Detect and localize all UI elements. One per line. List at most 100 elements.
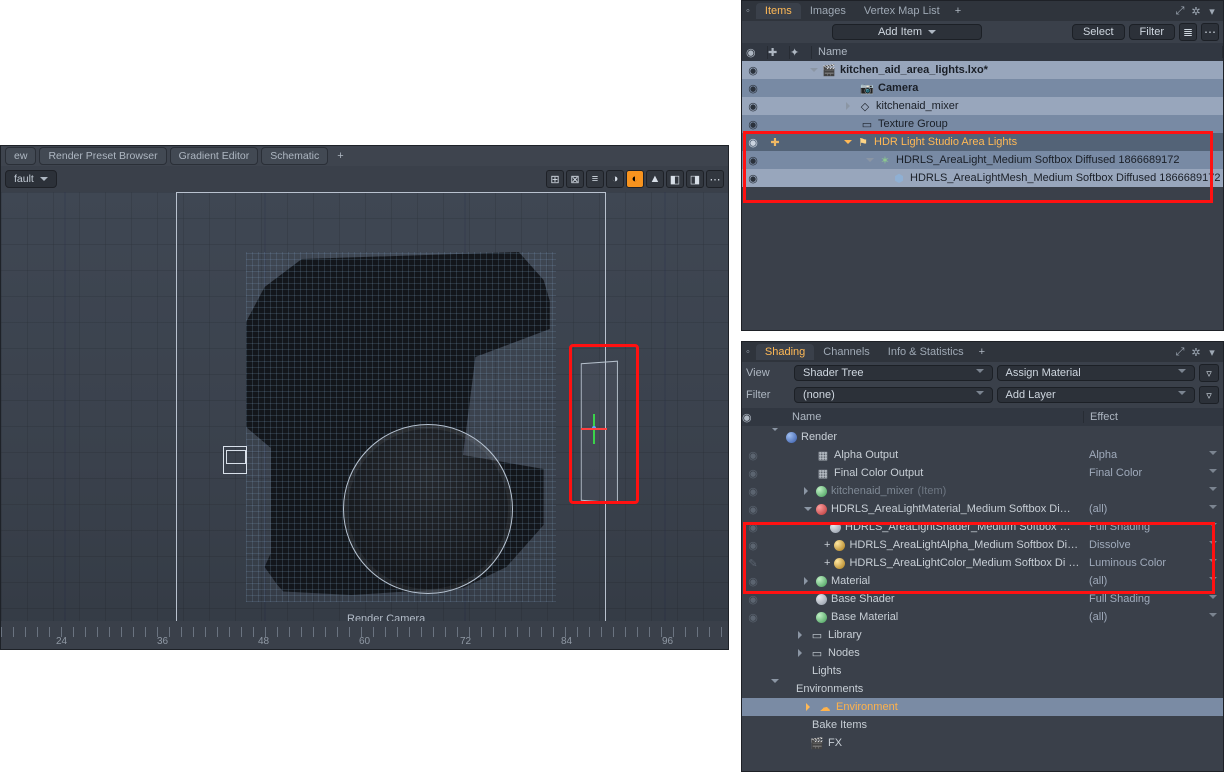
funnel-icon[interactable]: ▿ — [1199, 364, 1219, 382]
col-axes-icon[interactable]: ✦ — [790, 46, 812, 59]
list-mode-icon[interactable]: ≣ — [1179, 23, 1197, 41]
disclosure-icon[interactable] — [771, 679, 779, 699]
disclosure-icon[interactable] — [804, 487, 812, 495]
assign-material-dropdown[interactable]: Assign Material — [997, 365, 1196, 381]
eye-icon[interactable]: ◉ — [742, 136, 764, 149]
eye-icon[interactable]: ◉ — [742, 521, 764, 534]
tab-add[interactable]: + — [331, 148, 349, 164]
row-base-shader[interactable]: ◉ Base Shader Full Shading — [742, 590, 1223, 608]
eye-icon[interactable]: ◉ — [742, 593, 764, 606]
row-library[interactable]: ▭Library — [742, 626, 1223, 644]
tab-vertex-map-list[interactable]: Vertex Map List — [855, 3, 949, 19]
chevron-down-icon[interactable]: ▾ — [1205, 5, 1219, 18]
expand-icon[interactable]: ⤢ — [1173, 5, 1187, 18]
eye-icon[interactable]: ◉ — [742, 172, 764, 185]
eye-icon[interactable]: ◉ — [742, 449, 764, 462]
col-name-header[interactable]: Name — [812, 46, 1223, 58]
eye-icon[interactable]: ◉ — [742, 539, 764, 552]
row-fx[interactable]: 🎬FX — [742, 734, 1223, 752]
row-final-color-output[interactable]: ◉ ▦Final Color Output Final Color — [742, 464, 1223, 482]
col-effect-header[interactable]: Effect — [1083, 411, 1223, 423]
row-texture-group[interactable]: ◉ ▭Texture Group — [742, 115, 1223, 133]
options-icon[interactable]: ⋯ — [1201, 23, 1219, 41]
funnel-icon-2[interactable]: ▿ — [1199, 386, 1219, 404]
camera-icon[interactable] — [223, 446, 247, 474]
disclosure-icon[interactable] — [798, 631, 806, 639]
mode-8-icon[interactable]: ◨ — [686, 170, 704, 188]
eye-icon[interactable]: ◉ — [742, 154, 764, 167]
row-al-alpha[interactable]: ◉ +HDRLS_AreaLightAlpha_Medium Softbox D… — [742, 536, 1223, 554]
shader-tree-dropdown[interactable]: Shader Tree — [794, 365, 993, 381]
shader-tree[interactable]: Render ◉ ▦Alpha Output Alpha ◉ ▦Final Co… — [742, 428, 1223, 771]
bowl-mesh[interactable] — [343, 424, 513, 594]
row-nodes[interactable]: ▭Nodes — [742, 644, 1223, 662]
eye-icon[interactable]: ◉ — [742, 82, 764, 95]
eye-icon[interactable]: ◉ — [742, 100, 764, 113]
row-alpha-output[interactable]: ◉ ▦Alpha Output Alpha — [742, 446, 1223, 464]
disclosure-icon[interactable] — [846, 102, 854, 110]
tab-gradient-editor[interactable]: Gradient Editor — [170, 147, 259, 165]
mode-7-icon[interactable]: ◧ — [666, 170, 684, 188]
tab-channels[interactable]: Channels — [814, 344, 878, 360]
disclosure-icon[interactable] — [804, 507, 812, 515]
mode-3-icon[interactable]: ≡ — [586, 170, 604, 188]
mode-9-icon[interactable]: ⋯ — [706, 170, 724, 188]
area-light-mesh[interactable] — [581, 361, 618, 504]
col-plus-icon[interactable]: ✚ — [768, 46, 790, 59]
row-al-material[interactable]: ◉ HDRLS_AreaLightMaterial_Medium Softbox… — [742, 500, 1223, 518]
transform-gizmo[interactable] — [593, 414, 595, 444]
row-environments[interactable]: Environments — [742, 680, 1223, 698]
eye-icon[interactable]: ◉ — [742, 467, 764, 480]
mode-5-icon[interactable]: ◐ — [626, 170, 644, 188]
col-visibility-icon[interactable]: ◉ — [746, 46, 768, 59]
add-item-button[interactable]: Add Item — [832, 24, 982, 40]
tab-add-items[interactable]: + — [949, 3, 967, 19]
disclosure-icon[interactable] — [771, 428, 779, 447]
eye-icon[interactable]: ◉ — [742, 485, 764, 498]
tab-info-stats[interactable]: Info & Statistics — [879, 344, 973, 360]
panel-grip-icon[interactable]: ◦ — [746, 5, 750, 17]
tab-add-shading[interactable]: + — [973, 344, 991, 360]
disclosure-icon[interactable] — [804, 577, 812, 585]
eye-icon[interactable]: ◉ — [742, 503, 764, 516]
disclosure-icon[interactable] — [806, 703, 814, 711]
filter-button[interactable]: Filter — [1129, 24, 1175, 40]
brush-icon[interactable]: ✎ — [742, 557, 764, 570]
row-render[interactable]: Render — [742, 428, 1223, 446]
tab-schematic[interactable]: Schematic — [261, 147, 328, 165]
row-al-color[interactable]: ✎ +HDRLS_AreaLightColor_Medium Softbox D… — [742, 554, 1223, 572]
mode-1-icon[interactable]: ⊞ — [546, 170, 564, 188]
tab-ew[interactable]: ew — [5, 147, 36, 165]
select-button[interactable]: Select — [1072, 24, 1125, 40]
plus-icon[interactable]: ✚ — [764, 136, 786, 149]
eye-icon[interactable]: ◉ — [742, 118, 764, 131]
row-environment[interactable]: ☁Environment — [742, 698, 1223, 716]
expand-icon[interactable]: ⤢ — [1173, 346, 1187, 359]
3d-viewport[interactable]: Render Camera — [1, 192, 728, 639]
row-area-light-mesh[interactable]: ◉ ⬢HDRLS_AreaLightMesh_Medium Softbox Di… — [742, 169, 1223, 187]
disclosure-icon[interactable] — [810, 68, 818, 76]
gear-icon[interactable]: ✲ — [1189, 5, 1203, 18]
col-vis-icon[interactable]: ◉ — [742, 411, 764, 424]
tab-items[interactable]: Items — [756, 3, 801, 19]
timeline-ruler[interactable]: 24 36 48 60 72 84 96 — [1, 621, 728, 649]
row-lights[interactable]: Lights — [742, 662, 1223, 680]
panel-grip-icon[interactable]: ◦ — [746, 346, 750, 358]
tab-shading[interactable]: Shading — [756, 344, 814, 360]
chevron-down-icon[interactable]: ▾ — [1205, 346, 1219, 359]
eye-icon[interactable]: ◉ — [742, 575, 764, 588]
default-dropdown[interactable]: fault — [5, 170, 57, 188]
eye-icon[interactable]: ◉ — [742, 64, 764, 77]
disclosure-icon[interactable] — [866, 158, 874, 166]
disclosure-icon[interactable] — [798, 649, 806, 657]
tab-images[interactable]: Images — [801, 3, 855, 19]
eye-icon[interactable]: ◉ — [742, 611, 764, 624]
row-material[interactable]: ◉ Material (all) — [742, 572, 1223, 590]
disclosure-icon[interactable] — [844, 140, 852, 148]
row-mixer[interactable]: ◉ ◇kitchenaid_mixer — [742, 97, 1223, 115]
mode-6-icon[interactable]: ▲ — [646, 170, 664, 188]
col-name-header[interactable]: Name — [786, 411, 1083, 423]
tab-render-preset-browser[interactable]: Render Preset Browser — [39, 147, 166, 165]
row-mixer-item[interactable]: ◉ kitchenaid_mixer (Item) — [742, 482, 1223, 500]
row-al-shader[interactable]: ◉ HDRLS_AreaLightShader_Medium Softbox …… — [742, 518, 1223, 536]
